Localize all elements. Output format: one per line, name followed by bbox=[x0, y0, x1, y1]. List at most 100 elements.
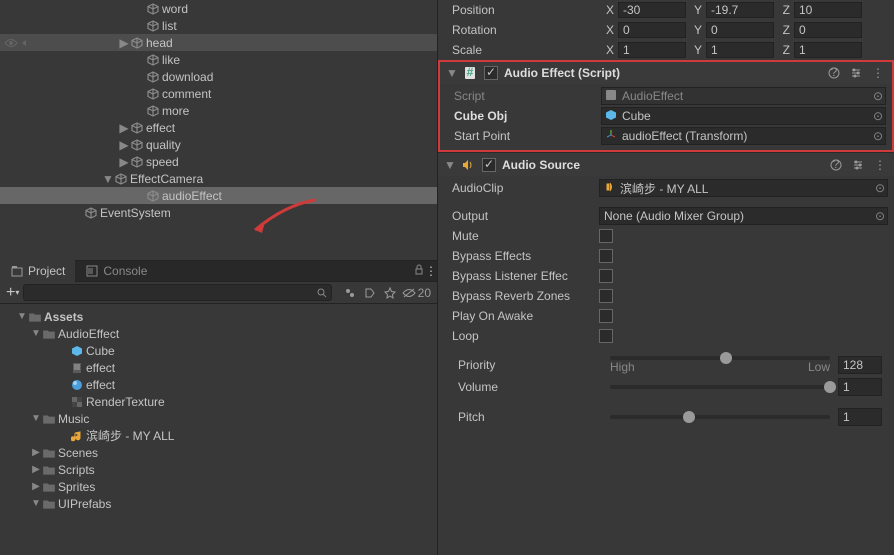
expand-icon[interactable]: ▼ bbox=[30, 328, 42, 339]
project-item[interactable]: RenderTexture bbox=[0, 393, 437, 410]
scale-z-input[interactable] bbox=[794, 42, 862, 58]
mute-checkbox[interactable] bbox=[599, 229, 613, 243]
expand-icon[interactable]: ▶ bbox=[118, 121, 130, 135]
menu-icon[interactable]: ⋮ bbox=[872, 157, 888, 173]
project-item[interactable]: effect bbox=[0, 359, 437, 376]
hierarchy-item[interactable]: ▶quality bbox=[0, 136, 437, 153]
hierarchy-item-label: effect bbox=[146, 121, 175, 135]
project-item[interactable]: ▶ Scripts bbox=[0, 461, 437, 478]
expand-icon[interactable]: ▼ bbox=[16, 311, 28, 322]
expand-icon[interactable]: ▶ bbox=[30, 447, 42, 458]
rotation-y-input[interactable] bbox=[706, 22, 774, 38]
hierarchy-item[interactable]: more bbox=[0, 102, 437, 119]
bypass-listener-checkbox[interactable] bbox=[599, 269, 613, 283]
priority-value[interactable]: 128 bbox=[838, 356, 882, 374]
hierarchy-item-label: EventSystem bbox=[100, 206, 171, 220]
menu-icon[interactable]: ⋮ bbox=[425, 264, 437, 278]
hierarchy-item[interactable]: word bbox=[0, 0, 437, 17]
filter-by-type-icon[interactable] bbox=[342, 285, 358, 301]
audio-effect-enabled-checkbox[interactable] bbox=[484, 66, 498, 80]
expand-icon[interactable]: ▶ bbox=[30, 464, 42, 475]
create-dropdown-icon[interactable]: ▾ bbox=[15, 288, 19, 297]
hierarchy-item[interactable]: ▼EffectCamera bbox=[0, 170, 437, 187]
project-item[interactable]: ▶Sprites bbox=[0, 478, 437, 495]
tab-project[interactable]: Project bbox=[0, 260, 75, 282]
object-picker-icon[interactable]: ⊙ bbox=[873, 109, 883, 123]
cube-obj-input[interactable]: Cube ⊙ bbox=[601, 107, 886, 125]
expand-icon[interactable]: ▶ bbox=[118, 155, 130, 169]
hierarchy-item[interactable]: like bbox=[0, 51, 437, 68]
expand-icon[interactable]: ▼ bbox=[102, 172, 114, 186]
help-icon[interactable]: ? bbox=[828, 157, 844, 173]
hierarchy-item[interactable]: ▶ effect bbox=[0, 119, 437, 136]
hierarchy-item[interactable]: audioEffect bbox=[0, 187, 437, 204]
save-search-icon[interactable] bbox=[382, 285, 398, 301]
start-point-input[interactable]: audioEffect (Transform) ⊙ bbox=[601, 127, 886, 145]
project-item-label: Scripts bbox=[58, 463, 95, 477]
project-item[interactable]: ▼ AudioEffect bbox=[0, 325, 437, 342]
bypass-reverb-checkbox[interactable] bbox=[599, 289, 613, 303]
volume-value[interactable]: 1 bbox=[838, 378, 882, 396]
output-input[interactable]: None (Audio Mixer Group) ⊙ bbox=[599, 207, 888, 225]
hierarchy-item[interactable]: ▶speed bbox=[0, 153, 437, 170]
play-on-awake-checkbox[interactable] bbox=[599, 309, 613, 323]
expand-icon[interactable]: ▶ bbox=[118, 138, 130, 152]
project-search-input[interactable] bbox=[23, 284, 331, 301]
audioclip-input[interactable]: 滨崎步 - MY ALL ⊙ bbox=[599, 179, 888, 197]
tab-console[interactable]: Console bbox=[75, 260, 157, 282]
menu-icon[interactable]: ⋮ bbox=[870, 65, 886, 81]
filter-by-label-icon[interactable] bbox=[362, 285, 378, 301]
expand-icon[interactable]: ▼ bbox=[444, 158, 454, 172]
project-item[interactable]: ▶Scenes bbox=[0, 444, 437, 461]
hierarchy-item[interactable]: list bbox=[0, 17, 437, 34]
object-picker-icon[interactable]: ⊙ bbox=[873, 89, 883, 103]
volume-slider[interactable] bbox=[610, 385, 830, 389]
help-icon[interactable]: ? bbox=[826, 65, 842, 81]
scale-x-input[interactable] bbox=[618, 42, 686, 58]
project-item[interactable]: effect bbox=[0, 376, 437, 393]
pitch-slider[interactable] bbox=[610, 415, 830, 419]
project-item[interactable]: Cube bbox=[0, 342, 437, 359]
audio-effect-component-header[interactable]: ▼ # Audio Effect (Script) ? ⋮ bbox=[438, 60, 894, 84]
object-picker-icon[interactable]: ⊙ bbox=[875, 181, 885, 195]
priority-slider[interactable] bbox=[610, 356, 830, 360]
expand-icon[interactable]: ▼ bbox=[446, 66, 456, 80]
expand-icon[interactable]: ▼ bbox=[30, 498, 42, 509]
position-z-input[interactable] bbox=[794, 2, 862, 18]
svg-text:?: ? bbox=[831, 67, 838, 79]
hierarchy-item[interactable]: download bbox=[0, 68, 437, 85]
bypass-effects-checkbox[interactable] bbox=[599, 249, 613, 263]
hierarchy-item[interactable]: EventSystem bbox=[0, 204, 437, 221]
project-item[interactable]: ▼Music bbox=[0, 410, 437, 427]
hierarchy-item[interactable]: ▶head bbox=[0, 34, 437, 51]
audio-source-component-header[interactable]: ▼ Audio Source ? ⋮ bbox=[438, 152, 894, 176]
preset-icon[interactable] bbox=[848, 65, 864, 81]
bypass-listener-field: Bypass Listener Effec bbox=[444, 266, 888, 286]
audio-source-enabled-checkbox[interactable] bbox=[482, 158, 496, 172]
expand-icon[interactable]: ▶ bbox=[118, 36, 130, 50]
audioclip-field: AudioClip 滨崎步 - MY ALL ⊙ bbox=[444, 178, 888, 198]
hierarchy-item[interactable]: comment bbox=[0, 85, 437, 102]
project-item-label: AudioEffect bbox=[58, 327, 119, 341]
pitch-value[interactable]: 1 bbox=[838, 408, 882, 426]
project-item[interactable]: ▼Assets bbox=[0, 308, 437, 325]
rotation-z-input[interactable] bbox=[794, 22, 862, 38]
scale-y-input[interactable] bbox=[706, 42, 774, 58]
loop-checkbox[interactable] bbox=[599, 329, 613, 343]
expand-icon[interactable]: ▼ bbox=[30, 413, 42, 424]
visibility-icons[interactable] bbox=[4, 38, 32, 48]
project-item[interactable]: 滨崎步 - MY ALL bbox=[0, 427, 437, 444]
object-picker-icon[interactable]: ⊙ bbox=[873, 129, 883, 143]
lock-icon[interactable] bbox=[413, 264, 425, 279]
expand-icon[interactable]: ▶ bbox=[30, 481, 42, 492]
console-icon bbox=[85, 265, 99, 277]
project-item[interactable]: ▼UIPrefabs bbox=[0, 495, 437, 512]
create-button[interactable]: + bbox=[6, 284, 15, 302]
position-x-input[interactable] bbox=[618, 2, 686, 18]
bypass-effects-field: Bypass Effects bbox=[444, 246, 888, 266]
preset-icon[interactable] bbox=[850, 157, 866, 173]
position-y-input[interactable] bbox=[706, 2, 774, 18]
hidden-count[interactable]: 20 bbox=[402, 286, 431, 300]
object-picker-icon[interactable]: ⊙ bbox=[875, 209, 885, 223]
rotation-x-input[interactable] bbox=[618, 22, 686, 38]
